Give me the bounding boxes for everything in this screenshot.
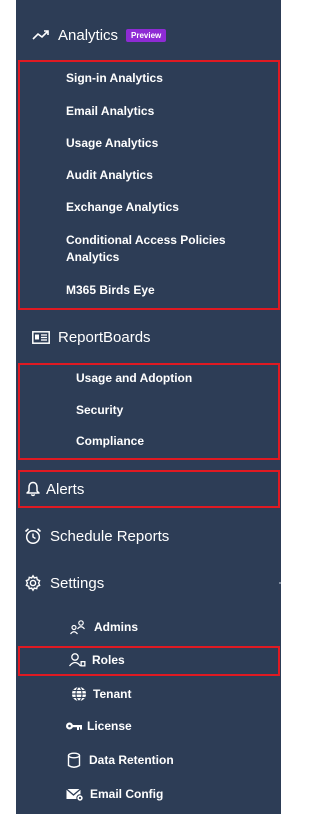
sidebar-item-email-analytics[interactable]: Email Analytics <box>16 101 281 121</box>
alerts-label: Alerts <box>46 480 85 498</box>
sidebar-item-schedule-reports[interactable]: Schedule Reports <box>16 521 281 551</box>
sidebar-item-sign-in-analytics[interactable]: Sign-in Analytics <box>16 68 281 88</box>
globe-icon <box>71 686 87 702</box>
sidebar-item-audit-analytics[interactable]: Audit Analytics <box>16 165 281 185</box>
analytics-label: Analytics <box>58 26 119 44</box>
sidebar-item-admins[interactable]: Admins <box>16 616 281 638</box>
email-settings-icon <box>66 787 84 801</box>
reportboards-label: ReportBoards <box>58 328 151 346</box>
sidebar-item-alerts[interactable]: Alerts <box>16 474 281 504</box>
preview-badge: Preview <box>126 28 167 42</box>
settings-section-header[interactable]: Settings + <box>16 568 281 598</box>
sidebar-item-conditional-access-analytics[interactable]: Conditional Access Policies Analytics <box>16 231 281 267</box>
sidebar-item-email-config[interactable]: Email Config <box>16 783 281 805</box>
sidebar-item-license[interactable]: License <box>16 715 281 737</box>
gear-icon <box>22 574 44 592</box>
settings-label: Settings <box>50 574 105 592</box>
sidebar-item-roles[interactable]: Roles <box>16 649 281 671</box>
alarm-clock-icon <box>22 527 44 545</box>
database-icon <box>67 752 81 769</box>
role-user-icon <box>68 652 88 668</box>
sidebar-item-usage-and-adoption[interactable]: Usage and Adoption <box>16 368 281 388</box>
bell-icon <box>22 481 44 497</box>
sidebar-item-data-retention[interactable]: Data Retention <box>16 749 281 771</box>
schedule-reports-label: Schedule Reports <box>50 527 170 545</box>
sidebar-item-tenant[interactable]: Tenant <box>16 683 281 705</box>
report-board-icon <box>30 330 52 344</box>
key-icon <box>65 720 83 732</box>
analytics-section-header[interactable]: Analytics Preview − <box>16 20 281 50</box>
sidebar-item-usage-analytics[interactable]: Usage Analytics <box>16 133 281 153</box>
reportboards-section-header[interactable]: ReportBoards − <box>16 322 281 352</box>
sidebar-item-compliance[interactable]: Compliance <box>16 431 281 451</box>
settings-expand-toggle[interactable]: + <box>278 575 281 592</box>
admins-icon <box>68 619 88 635</box>
navigation-sidebar: Analytics Preview − Sign-in Analytics Em… <box>16 0 281 814</box>
trending-up-icon <box>30 29 52 41</box>
sidebar-item-m365-birds-eye[interactable]: M365 Birds Eye <box>16 280 281 300</box>
sidebar-item-exchange-analytics[interactable]: Exchange Analytics <box>16 197 281 217</box>
analytics-items-highlight-box <box>18 60 280 310</box>
sidebar-item-security[interactable]: Security <box>16 400 281 420</box>
